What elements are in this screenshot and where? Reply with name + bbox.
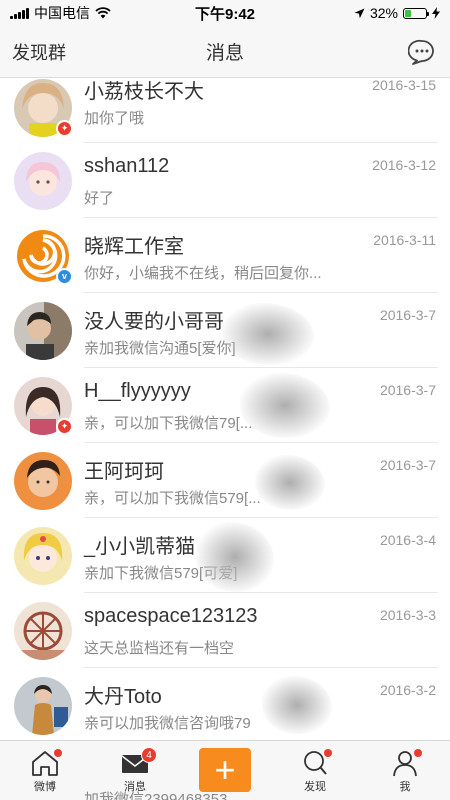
tab-weibo-dot [54, 749, 62, 757]
status-right: 32% [354, 5, 440, 21]
contact-name: H__flyyyyyy [84, 380, 191, 402]
message-body: sshan112 2016-3-12 好了 [84, 143, 438, 218]
contact-name: 晓辉工作室 [84, 236, 184, 258]
page-title: 消息 [205, 43, 244, 64]
tab-me-dot [414, 749, 422, 757]
battery-percent: 32% [369, 5, 398, 21]
avatar[interactable] [14, 526, 72, 585]
avatar-image [14, 676, 72, 735]
message-body: 小荔枝长不大 2016-3-15 加你了哦 [84, 78, 438, 143]
avatar[interactable] [14, 601, 72, 660]
message-preview: 亲可以加我微信咨询哦79 [84, 715, 251, 732]
message-preview: 你好，小编我不在线，稍后回复你... [84, 265, 322, 282]
message-body: 晓辉工作室 2016-3-11 你好，小编我不在线，稍后回复你... [84, 218, 438, 293]
message-row[interactable]: _小小凯蒂猫 2016-3-4 亲加下我微信579[可爱] [0, 518, 450, 593]
message-row[interactable]: ✦ H__flyyyyyy 2016-3-7 亲，可以加下我微信79[... [0, 368, 450, 443]
message-preview: 亲，可以加下我微信79[... [84, 415, 253, 432]
avatar[interactable] [14, 676, 72, 735]
message-body: 大丹Toto 2016-3-2 亲可以加我微信咨询哦79 [84, 668, 438, 740]
avatar[interactable] [14, 451, 72, 510]
message-date: 2016-3-4 [379, 532, 436, 548]
message-body: 没人要的小哥哥 2016-3-7 亲加我微信沟通5[爱你] [84, 293, 438, 368]
message-date: 2016-3-7 [379, 382, 436, 398]
message-date: 2016-3-11 [373, 232, 436, 248]
tab-label: 微博 [34, 781, 56, 793]
message-preview: 加你了哦 [84, 110, 145, 127]
avatar[interactable]: v [14, 226, 73, 285]
unread-count-badge: 4 [141, 747, 157, 763]
contact-name: 王阿珂珂 [84, 461, 164, 483]
tab-me[interactable]: 我 [360, 741, 450, 800]
status-left: 中国电信 [10, 3, 111, 23]
tab-label: 发现 [304, 781, 326, 793]
message-body: H__flyyyyyy 2016-3-7 亲，可以加下我微信79[... [84, 368, 438, 443]
message-date: 2016-3-7 [379, 457, 436, 473]
message-body: _小小凯蒂猫 2016-3-4 亲加下我微信579[可爱] [84, 518, 438, 593]
tab-weibo[interactable]: 微博 [0, 741, 90, 800]
message-date: 2016-3-2 [379, 682, 436, 698]
contact-name: sshan112 [84, 155, 170, 177]
status-bar: 中国电信 下午9:42 32% [0, 0, 450, 26]
message-row[interactable]: 大丹Toto 2016-3-2 亲可以加我微信咨询哦79 [0, 668, 450, 740]
location-arrow-icon [354, 8, 365, 18]
charging-bolt-icon [432, 7, 440, 19]
carrier-label: 中国电信 [34, 5, 90, 21]
contact-name: _小小凯蒂猫 [84, 536, 196, 558]
signal-icon [10, 7, 29, 19]
message-preview: 这天总监档还有一档空 [84, 640, 235, 657]
message-date: 2016-3-15 [372, 78, 436, 93]
avatar-image [14, 601, 72, 660]
message-row[interactable]: spacespace123123 2016-3-3 这天总监档还有一档空 [0, 593, 450, 668]
message-list[interactable]: ✦ 小荔枝长不大 2016-3-15 加你了哦 sshan112 2016-3-… [0, 78, 450, 740]
tab-discover[interactable]: 发现 [270, 741, 360, 800]
tab-discover-dot [324, 749, 332, 757]
contact-name: 小荔枝长不大 [84, 81, 204, 103]
battery-icon [403, 7, 429, 19]
avatar[interactable]: ✦ [14, 79, 73, 137]
compose-button[interactable]: + [199, 748, 251, 792]
avatar[interactable]: ✦ [14, 376, 73, 435]
vip-badge: ✦ [56, 417, 73, 435]
verified-badge: v [56, 267, 73, 285]
message-row[interactable]: sshan112 2016-3-12 好了 [0, 143, 450, 218]
contact-name: 没人要的小哥哥 [84, 311, 224, 333]
message-date: 2016-3-7 [379, 307, 436, 323]
message-row[interactable]: 没人要的小哥哥 2016-3-7 亲加我微信沟通5[爱你] [0, 293, 450, 368]
nav-bar: 发现群 消息 [0, 26, 450, 78]
plus-icon: + [214, 749, 236, 790]
message-date: 2016-3-12 [372, 157, 436, 173]
message-body: 王阿珂珂 2016-3-7 亲，可以加下我微信579[... [84, 443, 438, 518]
message-row[interactable]: ✦ 小荔枝长不大 2016-3-15 加你了哦 [0, 78, 450, 143]
tab-label: 我 [399, 781, 411, 793]
message-body: spacespace123123 2016-3-3 这天总监档还有一档空 [84, 593, 438, 668]
wifi-icon [95, 7, 111, 19]
avatar-image [14, 151, 72, 210]
message-date: 2016-3-3 [379, 607, 436, 623]
message-preview: 好了 [84, 190, 115, 207]
avatar[interactable] [14, 301, 72, 360]
discover-groups-button[interactable]: 发现群 [12, 39, 66, 65]
message-row[interactable]: v 晓辉工作室 2016-3-11 你好，小编我不在线，稍后回复你... [0, 218, 450, 293]
vip-badge: ✦ [56, 120, 73, 137]
avatar-image [14, 301, 72, 360]
contact-name: spacespace123123 [84, 605, 258, 627]
avatar-image [14, 526, 72, 585]
battery-fill [405, 9, 412, 17]
message-preview: 亲加下我微信579[可爱] [84, 565, 238, 582]
contact-name: 大丹Toto [84, 686, 162, 708]
partially-hidden-preview: 加我微信2399468353 [84, 791, 228, 800]
avatar[interactable] [14, 151, 72, 210]
chat-bubble-icon[interactable] [407, 38, 436, 66]
message-row[interactable]: 王阿珂珂 2016-3-7 亲，可以加下我微信579[... [0, 443, 450, 518]
message-preview: 亲加我微信沟通5[爱你] [84, 340, 236, 357]
avatar-image [14, 451, 72, 510]
message-preview: 亲，可以加下我微信579[... [84, 490, 261, 507]
